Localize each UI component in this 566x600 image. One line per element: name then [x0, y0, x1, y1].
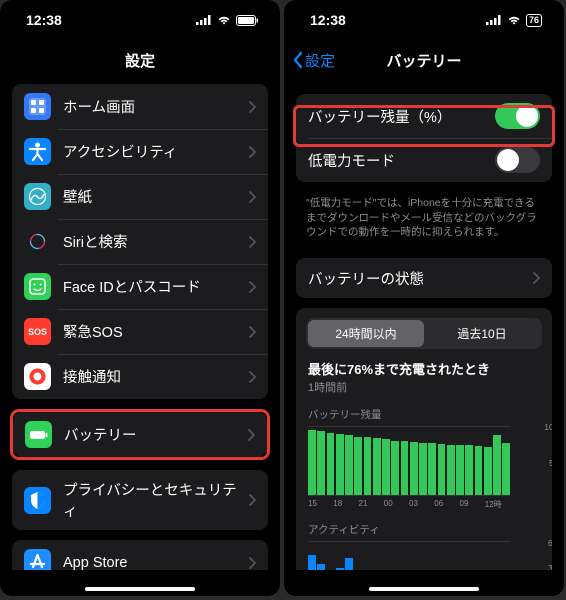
settings-row-sos[interactable]: SOS 緊急SOS — [12, 309, 268, 354]
accessibility-icon — [24, 138, 51, 165]
status-bar: 12:38 — [0, 0, 280, 40]
appstore-icon — [24, 549, 51, 570]
privacy-icon — [24, 487, 51, 514]
battery-chart-label: バッテリー残量 — [308, 407, 540, 422]
home-indicator[interactable] — [85, 587, 195, 591]
row-label: 壁紙 — [63, 186, 249, 207]
battery-level-chart — [308, 426, 510, 496]
home-icon — [24, 93, 51, 120]
battery-percentage-icon: 76 — [526, 14, 542, 27]
settings-row-home[interactable]: ホーム画面 — [12, 84, 268, 129]
back-button[interactable]: 設定 — [292, 50, 335, 71]
wifi-icon — [217, 15, 231, 25]
row-label: Siriと検索 — [63, 231, 249, 252]
settings-row-siri[interactable]: Siriと検索 — [12, 219, 268, 264]
low-power-mode-toggle[interactable] — [495, 147, 540, 173]
row-label: ホーム画面 — [63, 96, 249, 117]
sos-icon: SOS — [24, 318, 51, 345]
segment-24h[interactable]: 24時間以内 — [308, 320, 424, 347]
settings-row-appstore[interactable]: App Store — [12, 540, 268, 570]
svg-text:SOS: SOS — [28, 327, 47, 337]
y-tick: 30分 — [548, 562, 552, 570]
last-charge-subtitle: 1時間前 — [308, 379, 540, 395]
status-time: 12:38 — [310, 12, 346, 28]
y-tick: 60分 — [548, 537, 552, 549]
status-right: 76 — [486, 14, 542, 27]
segment-10d[interactable]: 過去10日 — [424, 320, 540, 347]
row-label: アクセシビリティ — [63, 141, 249, 162]
wallpaper-icon — [24, 183, 51, 210]
row-label: 接触通知 — [63, 366, 249, 387]
home-indicator[interactable] — [369, 587, 479, 591]
battery-icon — [236, 15, 258, 26]
status-bar: 12:38 76 — [284, 0, 564, 40]
chevron-right-icon — [249, 236, 256, 248]
status-right — [196, 15, 258, 26]
battery-percentage-toggle[interactable] — [495, 103, 540, 129]
x-axis: 1518210003060912時 — [308, 499, 540, 510]
signal-icon — [196, 15, 212, 25]
chevron-right-icon — [248, 429, 255, 441]
low-power-mode-row[interactable]: 低電力モード — [296, 138, 552, 182]
left-phone: 12:38 設定 ホーム画面アクセシビリティ壁紙 Siriと検索 Face IDとパ… — [0, 0, 280, 596]
chevron-right-icon — [249, 146, 256, 158]
signal-icon — [486, 15, 502, 25]
chevron-right-icon — [249, 191, 256, 203]
battery-content[interactable]: バッテリー残量（%） 低電力モード "低電力モード"では、iPhoneを十分に充… — [284, 80, 564, 570]
wifi-icon — [507, 15, 521, 25]
time-range-segment[interactable]: 24時間以内 過去10日 — [306, 318, 542, 349]
chevron-right-icon — [249, 281, 256, 293]
chevron-right-icon — [249, 494, 256, 506]
settings-row-accessibility[interactable]: アクセシビリティ — [12, 129, 268, 174]
exposure-icon — [24, 363, 51, 390]
row-label: 低電力モード — [308, 150, 495, 171]
right-phone: 12:38 76 設定 バッテリー バッテリー残量（%） 低電力モード — [284, 0, 564, 596]
row-label: プライバシーとセキュリティ — [63, 479, 249, 521]
settings-row-exposure[interactable]: 接触通知 — [12, 354, 268, 399]
row-label: 緊急SOS — [63, 321, 249, 342]
low-power-description: "低電力モード"では、iPhoneを十分に充電できるまでダウンロードやメール受信… — [284, 192, 564, 248]
faceid-icon — [24, 273, 51, 300]
chevron-right-icon — [249, 371, 256, 383]
activity-chart-label: アクティビティ — [308, 522, 540, 537]
settings-row-wallpaper[interactable]: 壁紙 — [12, 174, 268, 219]
y-tick: 100% — [544, 422, 552, 432]
settings-row-faceid[interactable]: Face IDとパスコード — [12, 264, 268, 309]
page-title: バッテリー — [386, 50, 461, 71]
row-label: バッテリー — [64, 424, 248, 445]
siri-icon — [24, 228, 51, 255]
chevron-left-icon — [292, 51, 303, 69]
last-charge-title: 最後に76%まで充電されたとき — [308, 359, 540, 378]
settings-row-privacy[interactable]: プライバシーとセキュリティ — [12, 470, 268, 530]
settings-list[interactable]: ホーム画面アクセシビリティ壁紙 Siriと検索 Face IDとパスコード SOS 緊急… — [0, 80, 280, 570]
navbar: 設定 バッテリー — [284, 40, 564, 80]
navbar: 設定 — [0, 40, 280, 80]
chevron-right-icon — [533, 272, 540, 284]
settings-row-battery[interactable]: バッテリー — [13, 412, 267, 457]
chevron-right-icon — [249, 557, 256, 569]
row-label: バッテリー残量（%） — [308, 106, 495, 127]
battery-icon — [25, 421, 52, 448]
battery-percentage-row[interactable]: バッテリー残量（%） — [296, 94, 552, 138]
row-label: App Store — [63, 555, 249, 571]
back-label: 設定 — [305, 50, 335, 71]
battery-health-row[interactable]: バッテリーの状態 — [296, 258, 552, 298]
chevron-right-icon — [249, 101, 256, 113]
page-title: 設定 — [125, 50, 155, 71]
row-label: Face IDとパスコード — [63, 276, 249, 297]
y-tick: 50% — [549, 458, 552, 468]
chevron-right-icon — [249, 326, 256, 338]
row-label: バッテリーの状態 — [308, 268, 533, 289]
status-time: 12:38 — [26, 12, 62, 28]
activity-chart — [308, 541, 510, 570]
